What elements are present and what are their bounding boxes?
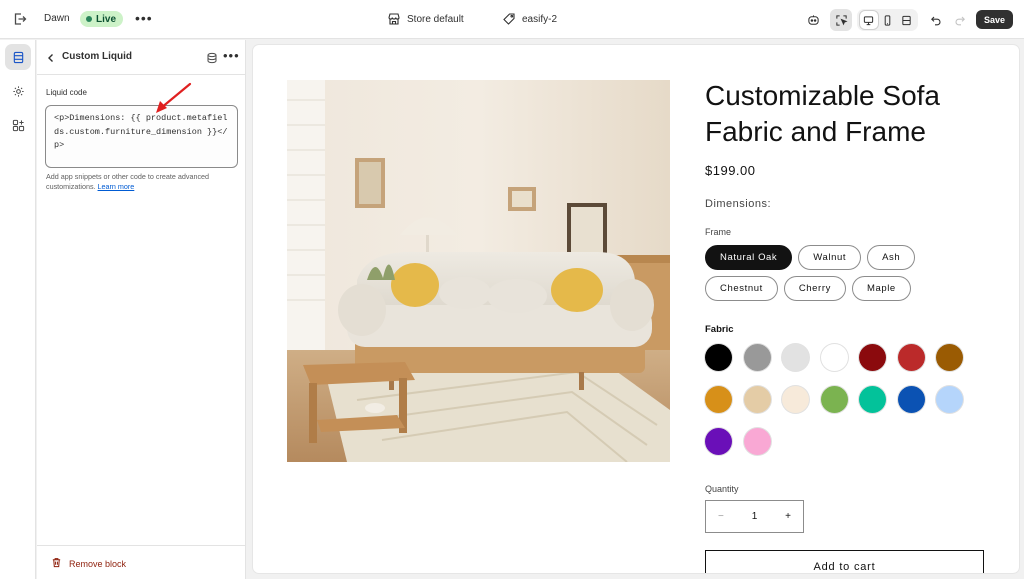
quantity-label: Quantity (705, 484, 739, 494)
fabric-swatch[interactable] (897, 386, 925, 413)
product-title: Customizable Sofa Fabric and Frame (705, 80, 941, 147)
fabric-swatch[interactable] (705, 428, 732, 455)
quantity-stepper: − 1 + (705, 500, 804, 533)
apps-icon[interactable] (5, 112, 31, 138)
mobile-icon[interactable] (879, 11, 897, 29)
product-label: easify-2 (522, 13, 558, 25)
fabric-swatch[interactable] (936, 386, 963, 413)
live-badge: Live (80, 11, 124, 27)
store-selector[interactable]: Store default (387, 12, 464, 26)
quantity-decrease-button[interactable]: − (718, 511, 724, 522)
inspector-icon[interactable] (830, 9, 852, 31)
fabric-swatch[interactable] (859, 344, 886, 371)
annotation-arrow-icon (156, 82, 192, 113)
quantity-value[interactable]: 1 (752, 511, 758, 522)
fabric-swatch[interactable] (743, 428, 771, 455)
frame-option-natural-oak[interactable]: Natural Oak (705, 245, 793, 270)
help-text: Add app snippets or other code to create… (46, 172, 241, 192)
product-image[interactable] (287, 80, 670, 462)
frame-option-cherry[interactable]: Cherry (783, 276, 846, 301)
editor-topbar: Dawn Live ••• Store default easify-2 Sav… (0, 0, 1024, 39)
dimensions-text: Dimensions: (705, 198, 772, 210)
gear-icon[interactable] (5, 78, 31, 104)
save-button[interactable]: Save (976, 10, 1013, 29)
redo-icon[interactable] (949, 9, 971, 31)
left-rail (0, 40, 36, 579)
block-settings-panel: Custom Liquid ••• Liquid code <p>Dimensi… (37, 40, 246, 579)
undo-icon[interactable] (925, 9, 947, 31)
store-label: Store default (407, 13, 464, 25)
fabric-swatch[interactable] (820, 344, 848, 371)
frame-option-ash[interactable]: Ash (867, 245, 916, 270)
store-icon (387, 12, 401, 26)
fabric-swatch[interactable] (820, 386, 848, 413)
device-toggle-group (857, 9, 918, 31)
frame-option-walnut[interactable]: Walnut (798, 245, 862, 270)
remove-block-button[interactable]: Remove block (51, 557, 126, 570)
fabric-swatch[interactable] (743, 344, 771, 371)
theme-more-button[interactable]: ••• (135, 10, 153, 26)
tag-icon (502, 12, 516, 26)
quantity-increase-button[interactable]: + (785, 511, 791, 522)
fabric-swatch[interactable] (705, 344, 732, 371)
fullscreen-icon[interactable] (898, 11, 916, 29)
panel-more-button[interactable]: ••• (223, 48, 240, 63)
fabric-label: Fabric (705, 324, 734, 335)
panel-footer: Remove block (37, 545, 246, 579)
sections-icon[interactable] (5, 44, 31, 70)
product-price: $199.00 (705, 163, 756, 178)
liquid-code-label: Liquid code (46, 88, 87, 97)
product-selector[interactable]: easify-2 (502, 12, 557, 26)
learn-more-link[interactable]: Learn more (98, 182, 135, 191)
fabric-swatch[interactable] (897, 344, 925, 371)
storefront-preview: Customizable Sofa Fabric and Frame $199.… (253, 45, 1019, 573)
database-icon[interactable] (206, 51, 218, 64)
fabric-swatch[interactable] (705, 386, 732, 413)
fabric-swatch[interactable] (859, 386, 886, 413)
live-dot-icon (86, 16, 92, 22)
desktop-icon[interactable] (859, 11, 878, 29)
ai-assistant-icon[interactable] (802, 9, 824, 31)
liquid-code-field[interactable]: <p>Dimensions: {{ product.metafields.cus… (45, 105, 238, 168)
frame-option-chestnut[interactable]: Chestnut (705, 276, 778, 301)
add-to-cart-button[interactable]: Add to cart (705, 550, 984, 573)
frame-options: Natural Oak Walnut Ash Chestnut Cherry M… (705, 245, 965, 301)
theme-name[interactable]: Dawn (44, 13, 70, 24)
fabric-swatch[interactable] (782, 386, 809, 413)
trash-icon (51, 557, 62, 570)
panel-title: Custom Liquid (62, 51, 132, 62)
fabric-swatch[interactable] (782, 344, 809, 371)
panel-header: Custom Liquid ••• (37, 40, 245, 75)
fabric-swatch[interactable] (936, 344, 963, 371)
remove-block-label: Remove block (69, 558, 127, 569)
live-badge-label: Live (96, 13, 117, 25)
frame-label: Frame (705, 227, 732, 237)
chevron-left-icon[interactable] (45, 51, 57, 63)
exit-icon[interactable] (12, 11, 28, 27)
fabric-swatch[interactable] (743, 386, 771, 413)
frame-option-maple[interactable]: Maple (851, 276, 911, 301)
